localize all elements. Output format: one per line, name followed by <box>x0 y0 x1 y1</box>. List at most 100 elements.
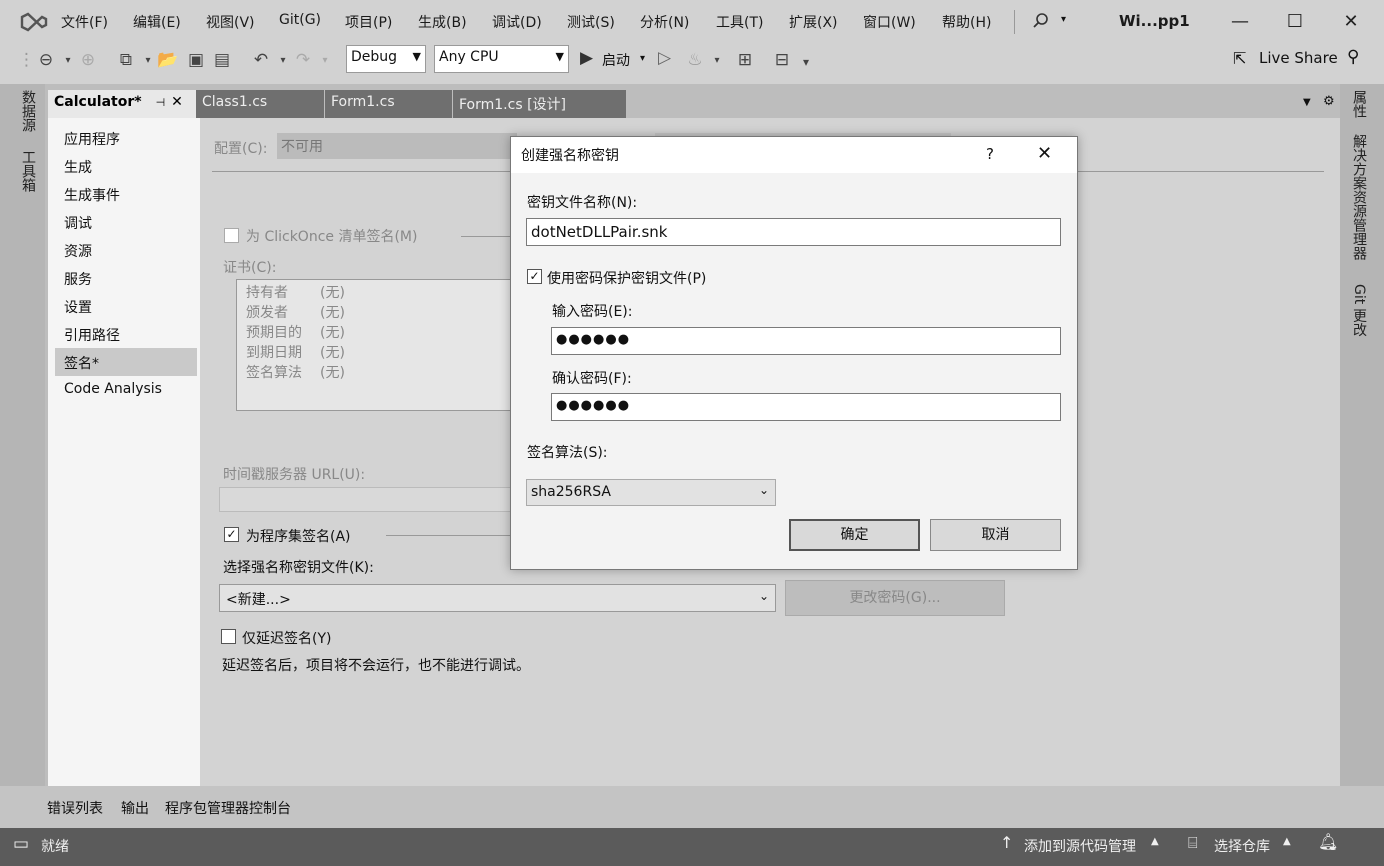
menu-window[interactable]: 窗口(W) <box>863 12 916 32</box>
nav-settings[interactable]: 设置 <box>64 297 92 317</box>
nav-application[interactable]: 应用程序 <box>64 129 120 149</box>
key-file-dropdown[interactable]: <新建...> ⌄ <box>219 584 776 612</box>
start-dropdown-icon[interactable]: ▾ <box>640 53 645 64</box>
menu-test[interactable]: 测试(S) <box>567 12 615 32</box>
help-icon[interactable]: ? <box>986 145 994 163</box>
tab-form1-design[interactable]: Form1.cs [设计] <box>453 90 626 118</box>
tab-toolbox[interactable]: 工具箱 <box>18 150 38 192</box>
menu-view[interactable]: 视图(V) <box>206 12 255 32</box>
sign-assembly-checkbox[interactable]: ✓ <box>224 527 239 542</box>
nav-reference-paths[interactable]: 引用路径 <box>64 325 120 345</box>
close-tab-icon[interactable]: ✕ <box>171 94 183 110</box>
platform-combo[interactable]: Any CPU ▼ <box>434 45 569 73</box>
nav-services[interactable]: 服务 <box>64 269 92 289</box>
toolbar-overflow-icon[interactable]: ▾ <box>795 55 817 69</box>
key-file-name-input[interactable]: dotNetDLLPair.snk <box>526 218 1061 246</box>
nav-debug[interactable]: 调试 <box>64 213 92 233</box>
menu-analyze[interactable]: 分析(N) <box>640 12 689 32</box>
browser-link-icon[interactable]: ⊞ <box>734 50 756 70</box>
nav-build-events[interactable]: 生成事件 <box>64 185 120 205</box>
config-value: Debug <box>351 49 398 65</box>
menu-build[interactable]: 生成(B) <box>418 12 467 32</box>
config-combo[interactable]: Debug ▼ <box>346 45 426 73</box>
search-icon[interactable] <box>1032 12 1050 30</box>
nav-build[interactable]: 生成 <box>64 157 92 177</box>
cert-key: 颁发者 <box>246 305 288 321</box>
pin-icon[interactable]: ⊣ <box>156 96 166 109</box>
cert-key: 持有者 <box>246 285 288 301</box>
use-password-label[interactable]: 使用密码保护密钥文件(P) <box>547 268 706 288</box>
minimize-icon[interactable]: — <box>1226 8 1254 36</box>
maximize-icon[interactable]: ☐ <box>1281 8 1309 36</box>
tab-error-list[interactable]: 错误列表 <box>47 798 103 818</box>
config-label: 配置(C): <box>214 141 268 157</box>
enter-password-input[interactable]: ●●●●●● <box>551 327 1061 355</box>
menu-project[interactable]: 项目(P) <box>345 12 392 32</box>
menu-debug[interactable]: 调试(D) <box>492 12 542 32</box>
menu-divider <box>1014 10 1015 34</box>
cancel-button[interactable]: 取消 <box>930 519 1061 551</box>
start-play-icon[interactable]: ▶ <box>580 48 593 68</box>
tab-form1[interactable]: Form1.cs <box>325 90 452 118</box>
tab-calculator[interactable]: Calculator* ⊣ ✕ <box>48 90 196 118</box>
sign-assembly-label[interactable]: 为程序集签名(A) <box>246 526 351 546</box>
menu-git[interactable]: Git(G) <box>279 12 321 28</box>
tab-list-dropdown-icon[interactable]: ▼ <box>1303 97 1311 108</box>
tab-data-sources[interactable]: 数据源 <box>18 90 38 132</box>
delay-sign-checkbox[interactable] <box>221 629 236 644</box>
notification-icon[interactable]: ▭ <box>13 834 29 854</box>
gear-icon[interactable]: ⚙ <box>1323 94 1335 109</box>
start-button-label[interactable]: 启动 <box>602 50 630 70</box>
save-icon[interactable]: ▣ <box>185 50 207 70</box>
nav-resources[interactable]: 资源 <box>64 241 92 261</box>
close-window-icon[interactable]: ✕ <box>1337 8 1365 36</box>
hot-reload-icon[interactable]: ♨ <box>684 50 706 70</box>
menu-extensions[interactable]: 扩展(X) <box>789 12 838 32</box>
forward-icon[interactable]: ⊕ <box>77 50 99 70</box>
select-repository[interactable]: 选择仓库 <box>1214 836 1270 856</box>
menu-tools[interactable]: 工具(T) <box>716 12 763 32</box>
ok-button[interactable]: 确定 <box>789 519 920 551</box>
tab-git-changes[interactable]: Git 更改 <box>1349 284 1369 337</box>
timestamp-input <box>219 487 512 512</box>
tab-package-manager-console[interactable]: 程序包管理器控制台 <box>165 798 291 818</box>
hot-reload-dropdown-icon[interactable]: ▾ <box>706 55 728 66</box>
delay-sign-note: 延迟签名后，项目将不会运行，也不能进行调试。 <box>222 658 530 674</box>
tab-class1[interactable]: Class1.cs <box>196 90 324 118</box>
redo-icon[interactable]: ↷ <box>292 50 314 70</box>
delay-sign-label[interactable]: 仅延迟签名(Y) <box>242 628 331 648</box>
toolbar-grip-icon: ⋮ <box>18 50 35 70</box>
feedback-icon[interactable]: ⚲ <box>1347 47 1359 67</box>
open-icon[interactable]: 📂 <box>157 50 179 70</box>
new-dropdown-icon[interactable]: ▾ <box>137 55 159 66</box>
new-project-icon[interactable]: ⧉ <box>115 50 137 70</box>
tab-output[interactable]: 输出 <box>121 798 149 818</box>
save-all-icon[interactable]: ▤ <box>211 50 233 70</box>
menu-help[interactable]: 帮助(H) <box>942 12 991 32</box>
start-without-debug-icon[interactable]: ▷ <box>658 48 671 68</box>
use-password-checkbox[interactable]: ✓ <box>527 269 542 284</box>
notification-count: 1 <box>1330 842 1337 853</box>
nav-signing[interactable]: 签名* <box>55 348 197 376</box>
config-dropdown: 不可用 <box>277 133 517 159</box>
back-icon[interactable]: ⊖ <box>35 50 57 70</box>
menu-edit[interactable]: 编辑(E) <box>133 12 181 32</box>
confirm-password-input[interactable]: ●●●●●● <box>551 393 1061 421</box>
dialog-close-icon[interactable]: ✕ <box>1037 143 1052 164</box>
add-to-source-control[interactable]: 添加到源代码管理 <box>1024 836 1136 856</box>
undo-icon[interactable]: ↶ <box>250 50 272 70</box>
key-file-name-label: 密钥文件名称(N): <box>527 195 638 211</box>
live-share-button[interactable]: Live Share <box>1259 49 1338 67</box>
menu-file[interactable]: 文件(F) <box>61 12 108 32</box>
search-dropdown-icon[interactable]: ▾ <box>1061 14 1066 25</box>
nav-code-analysis[interactable]: Code Analysis <box>64 381 162 397</box>
visual-studio-logo-icon[interactable] <box>20 9 48 35</box>
back-dropdown-icon[interactable]: ▾ <box>57 55 79 66</box>
live-share-icon[interactable]: ⇱ <box>1233 49 1246 68</box>
redo-dropdown-icon[interactable]: ▾ <box>314 55 336 66</box>
layout-icon[interactable]: ⊟ <box>771 50 793 70</box>
undo-dropdown-icon[interactable]: ▾ <box>272 55 294 66</box>
algorithm-select[interactable]: sha256RSA ⌄ <box>526 479 776 506</box>
tab-solution-explorer[interactable]: 解决方案资源管理器 <box>1349 134 1369 260</box>
tab-properties[interactable]: 属性 <box>1349 90 1369 118</box>
